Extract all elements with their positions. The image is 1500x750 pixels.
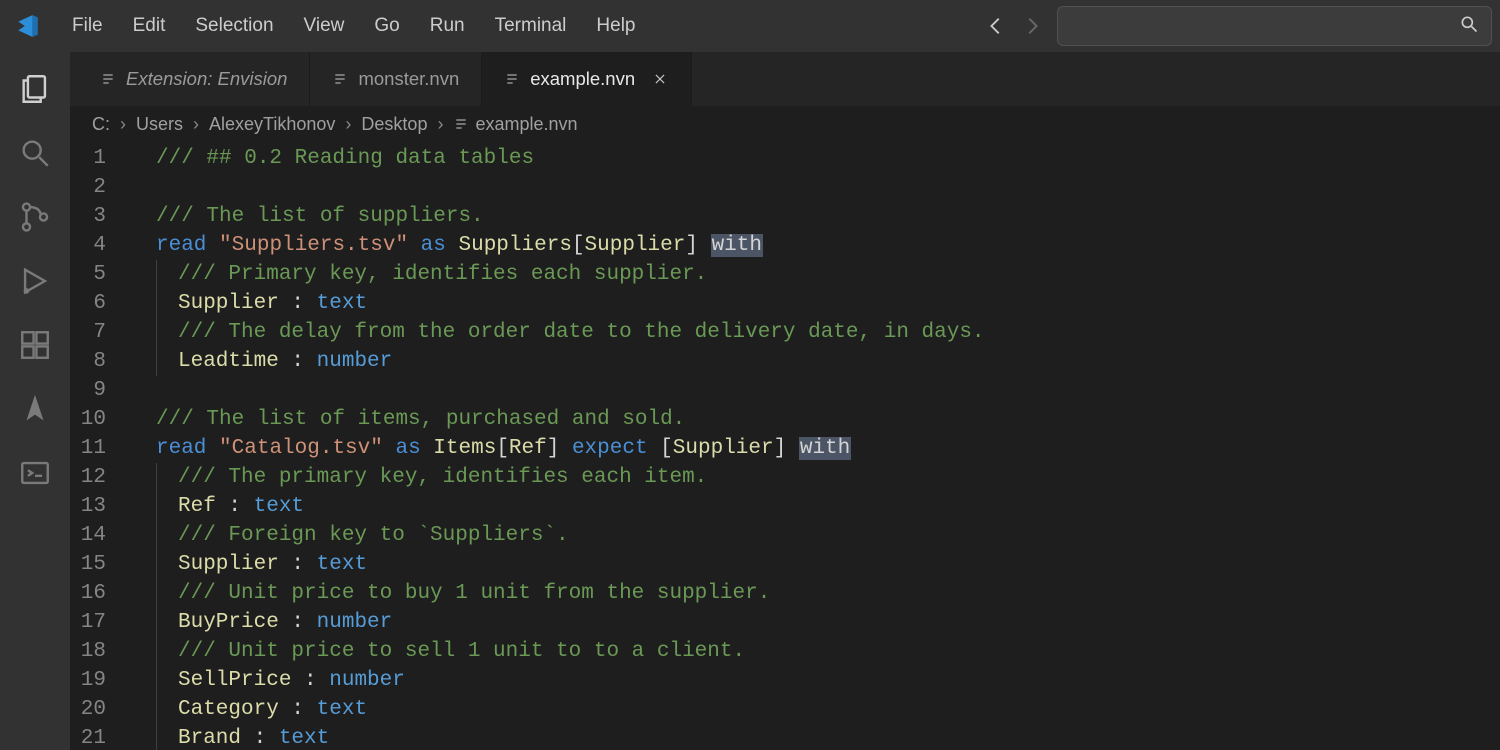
breadcrumb-segment[interactable]: Users <box>136 114 183 135</box>
code-line[interactable]: 5/// Primary key, identifies each suppli… <box>70 260 1500 289</box>
code-line[interactable]: 16/// Unit price to buy 1 unit from the … <box>70 579 1500 608</box>
vscode-logo-icon <box>10 9 44 43</box>
line-number: 5 <box>70 260 134 289</box>
code-line[interactable]: 6Supplier : text <box>70 289 1500 318</box>
search-icon <box>1459 14 1479 39</box>
tab-label: Extension: Envision <box>126 68 287 90</box>
line-number: 13 <box>70 492 134 521</box>
tab-label: example.nvn <box>530 68 635 90</box>
line-number: 10 <box>70 405 134 434</box>
editor-tabs: Extension: Envision monster.nvn example.nv… <box>70 52 1500 106</box>
menu-item-edit[interactable]: Edit <box>119 9 180 43</box>
chevron-right-icon: › <box>437 114 443 135</box>
list-icon <box>100 71 116 87</box>
breadcrumb-file[interactable]: example.nvn <box>453 114 577 135</box>
breadcrumb-segment[interactable]: C: <box>92 114 110 135</box>
code-line[interactable]: 20Category : text <box>70 695 1500 724</box>
list-icon <box>504 71 520 87</box>
menubar: FileEditSelectionViewGoRunTerminalHelp <box>0 0 1500 52</box>
code-line[interactable]: 12/// The primary key, identifies each i… <box>70 463 1500 492</box>
list-icon <box>332 71 348 87</box>
line-number: 2 <box>70 173 134 202</box>
code-line[interactable]: 10/// The list of items, purchased and s… <box>70 405 1500 434</box>
line-number: 11 <box>70 434 134 463</box>
menu-item-help[interactable]: Help <box>582 9 649 43</box>
rocket-icon[interactable] <box>16 390 54 428</box>
code-line[interactable]: 17BuyPrice : number <box>70 608 1500 637</box>
line-number: 4 <box>70 231 134 260</box>
list-icon <box>453 116 469 132</box>
line-number: 17 <box>70 608 134 637</box>
line-number: 16 <box>70 579 134 608</box>
tab-monster-nvn[interactable]: monster.nvn <box>310 52 482 106</box>
code-line[interactable]: 3/// The list of suppliers. <box>70 202 1500 231</box>
command-search-input[interactable] <box>1057 6 1492 46</box>
line-number: 1 <box>70 144 134 173</box>
line-number: 15 <box>70 550 134 579</box>
code-line[interactable]: 1/// ## 0.2 Reading data tables <box>70 144 1500 173</box>
code-editor[interactable]: 1/// ## 0.2 Reading data tables23/// The… <box>70 142 1500 750</box>
files-icon[interactable] <box>16 70 54 108</box>
nav-back-icon[interactable] <box>985 15 1007 37</box>
run-debug-icon[interactable] <box>16 262 54 300</box>
line-number: 14 <box>70 521 134 550</box>
line-number: 3 <box>70 202 134 231</box>
code-line[interactable]: 14/// Foreign key to `Suppliers`. <box>70 521 1500 550</box>
code-line[interactable]: 13Ref : text <box>70 492 1500 521</box>
breadcrumb-file-label: example.nvn <box>475 114 577 135</box>
menu-item-file[interactable]: File <box>58 9 117 43</box>
tab-example-nvn[interactable]: example.nvn <box>482 52 692 106</box>
chevron-right-icon: › <box>193 114 199 135</box>
code-line[interactable]: 18/// Unit price to sell 1 unit to to a … <box>70 637 1500 666</box>
line-number: 12 <box>70 463 134 492</box>
chevron-right-icon: › <box>345 114 351 135</box>
line-number: 8 <box>70 347 134 376</box>
tab-label: monster.nvn <box>358 68 459 90</box>
code-line[interactable]: 15Supplier : text <box>70 550 1500 579</box>
menu-item-terminal[interactable]: Terminal <box>481 9 581 43</box>
breadcrumb-segment[interactable]: AlexeyTikhonov <box>209 114 335 135</box>
code-line[interactable]: 21Brand : text <box>70 724 1500 750</box>
breadcrumbs[interactable]: C: › Users › AlexeyTikhonov › Desktop › example.… <box>70 106 1500 142</box>
editor-group: Extension: Envision monster.nvn example.nv… <box>70 52 1500 750</box>
line-number: 21 <box>70 724 134 750</box>
close-icon[interactable] <box>651 70 669 88</box>
menu-item-run[interactable]: Run <box>416 9 479 43</box>
code-line[interactable]: 19SellPrice : number <box>70 666 1500 695</box>
line-number: 18 <box>70 637 134 666</box>
line-number: 20 <box>70 695 134 724</box>
breadcrumb-segment[interactable]: Desktop <box>361 114 427 135</box>
code-line[interactable]: 7/// The delay from the order date to th… <box>70 318 1500 347</box>
line-number: 6 <box>70 289 134 318</box>
extensions-icon[interactable] <box>16 326 54 364</box>
search-icon[interactable] <box>16 134 54 172</box>
code-line[interactable]: 8Leadtime : number <box>70 347 1500 376</box>
code-line[interactable]: 2 <box>70 173 1500 202</box>
nav-forward-icon[interactable] <box>1021 15 1043 37</box>
menu-item-selection[interactable]: Selection <box>181 9 287 43</box>
terminal-icon[interactable] <box>16 454 54 492</box>
activity-bar <box>0 52 70 750</box>
code-line[interactable]: 11read "Catalog.tsv" as Items[Ref] expec… <box>70 434 1500 463</box>
menu-item-view[interactable]: View <box>290 9 359 43</box>
code-line[interactable]: 4read "Suppliers.tsv" as Suppliers[Suppl… <box>70 231 1500 260</box>
chevron-right-icon: › <box>120 114 126 135</box>
line-number: 7 <box>70 318 134 347</box>
code-line[interactable]: 9 <box>70 376 1500 405</box>
line-number: 9 <box>70 376 134 405</box>
menu-item-go[interactable]: Go <box>360 9 413 43</box>
source-control-icon[interactable] <box>16 198 54 236</box>
line-number: 19 <box>70 666 134 695</box>
tab-extension-envision[interactable]: Extension: Envision <box>78 52 310 106</box>
